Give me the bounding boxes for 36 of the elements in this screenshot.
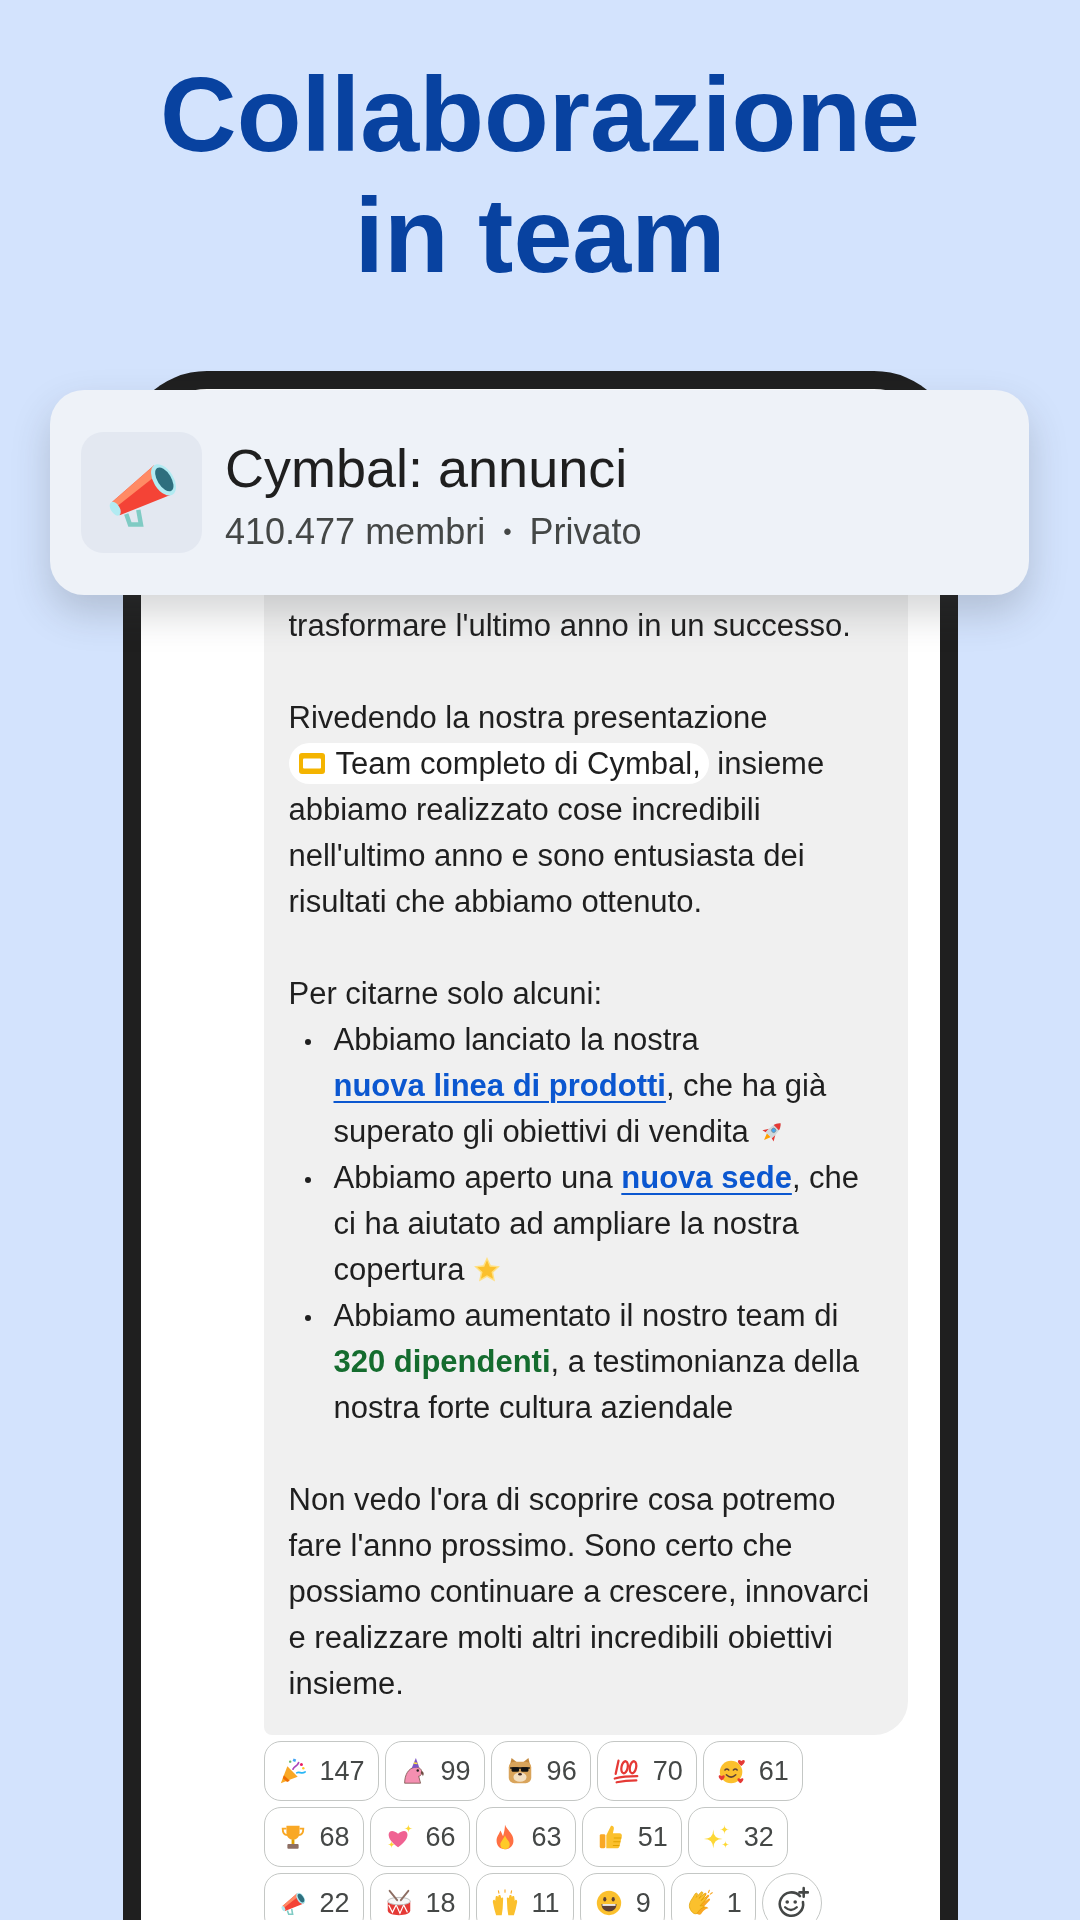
reaction-chip[interactable]: 61 — [702, 1741, 803, 1801]
reaction-chip[interactable]: 32 — [687, 1807, 788, 1867]
reaction-chip[interactable]: 11 — [475, 1873, 574, 1920]
bullet-icon — [304, 1039, 311, 1045]
reaction-chip[interactable]: 63 — [475, 1807, 576, 1867]
reaction-chip[interactable]: 70 — [596, 1741, 697, 1801]
link[interactable]: nuova sede — [621, 1160, 792, 1195]
channel-title: Cymbal: annunci — [225, 437, 629, 500]
message-paragraph: Per citarne solo alcuni: — [288, 975, 604, 1013]
file-chip[interactable]: Team completo di Cymbal, — [288, 743, 709, 784]
slides-icon — [298, 753, 325, 774]
separator: • — [503, 517, 512, 547]
bullet-text: Abbiamo lanciato la nostra nuova linea di prodotti, che ha già superato gli obiettivi di vendita — [333, 1021, 828, 1151]
reaction-chip[interactable]: 1 — [670, 1873, 756, 1920]
headline: Collaborazione in team — [159, 54, 921, 296]
message-paragraph: Non vedo l'ora di scoprire cosa potremo fare l'anno prossimo. Sono certo che possiamo continuare a crescere, innovarci e realizzare molti altri incredibili obiettivi insieme. — [288, 1481, 871, 1703]
message-paragraph: trasformare l'ultimo anno in un successo. — [288, 607, 852, 645]
bullet-text: Abbiamo aumentato il nostro team di 320 dipendenti, a testimonianza della nostra forte cultura aziendale — [333, 1297, 860, 1427]
add-reaction-button[interactable] — [761, 1873, 822, 1920]
reaction-chip[interactable]: 68 — [263, 1807, 364, 1867]
reaction-chip[interactable]: 51 — [581, 1807, 682, 1867]
bullet-icon — [304, 1315, 311, 1321]
reaction-chip[interactable]: 99 — [384, 1741, 485, 1801]
reaction-chip[interactable]: 9 — [579, 1873, 665, 1920]
reaction-chip[interactable]: 96 — [490, 1741, 591, 1801]
reaction-chip[interactable]: 18 — [369, 1873, 470, 1920]
megaphone-icon — [81, 432, 202, 553]
bullet-icon — [304, 1177, 311, 1183]
reaction-chip[interactable]: 22 — [263, 1873, 364, 1920]
reaction-chip[interactable]: 66 — [369, 1807, 470, 1867]
privacy-label: Privato — [529, 510, 642, 554]
message-paragraph: Rivedendo la nostra presentazione Team completo di Cymbal, insieme abbiamo realizzato cose incredibili nell'ultimo anno e sono entusiasta dei risultati che abbiamo ottenuto. — [288, 699, 826, 921]
reaction-chip[interactable]: 147 — [263, 1741, 379, 1801]
link[interactable]: nuova linea di prodotti — [333, 1068, 666, 1103]
member-count: 410.477 membri — [225, 510, 486, 554]
bullet-text: Abbiamo aperto una nuova sede, che ci ha aiutato ad ampliare la nostra copertura — [333, 1159, 861, 1289]
